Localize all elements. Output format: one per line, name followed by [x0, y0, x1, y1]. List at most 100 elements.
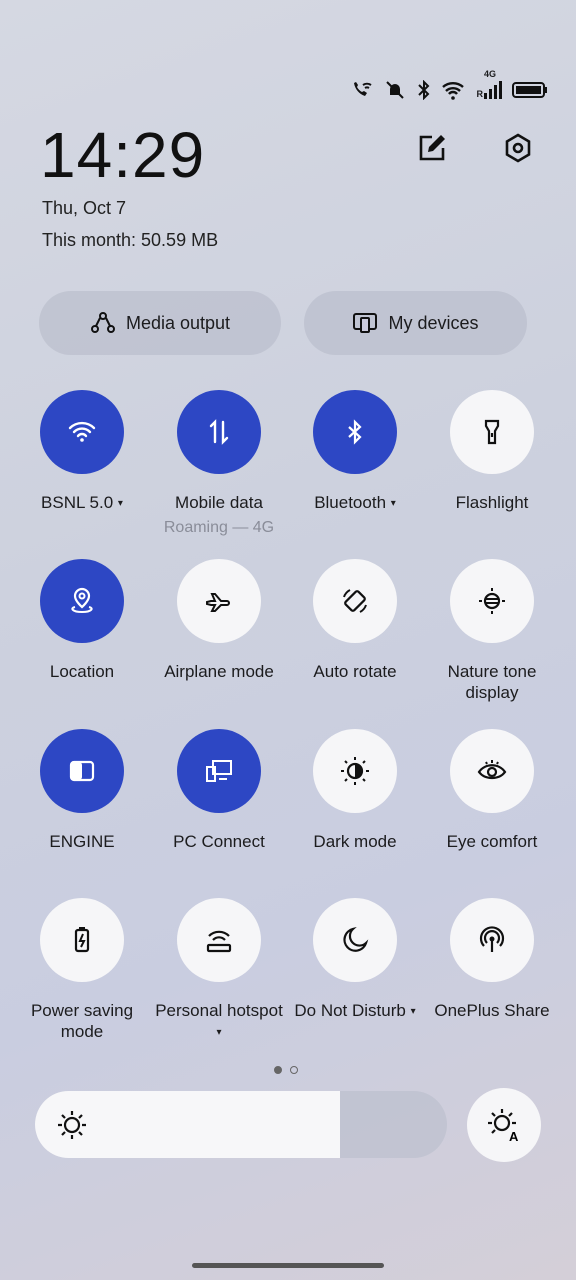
- dropdown-caret-icon[interactable]: ▾: [391, 498, 396, 509]
- tile-toggle[interactable]: [177, 729, 261, 813]
- tile-label: Bluetooth ▾: [287, 492, 423, 514]
- moon-icon: [343, 926, 369, 952]
- nature-tone-icon: [479, 588, 505, 614]
- tile-label: PC Connect: [151, 831, 287, 852]
- tile-label: ENGINE: [14, 831, 150, 852]
- tile-toggle[interactable]: [450, 729, 534, 813]
- engine-icon: [69, 760, 95, 782]
- tile-location[interactable]: Location: [14, 559, 150, 682]
- tile-label: BSNL 5.0 ▾: [14, 492, 150, 514]
- tile-do-not-disturb[interactable]: Do Not Disturb ▾: [287, 898, 423, 1022]
- tile-toggle[interactable]: [313, 559, 397, 643]
- bluetooth-icon: [348, 419, 362, 445]
- tile-label-text: Mobile data: [175, 493, 263, 512]
- home-indicator[interactable]: [192, 1263, 384, 1268]
- auto-brightness-button[interactable]: A: [467, 1088, 541, 1162]
- tile-label: Mobile data: [151, 492, 287, 513]
- tile-label-text: PC Connect: [173, 832, 265, 851]
- tile-bluetooth[interactable]: Bluetooth ▾: [287, 390, 423, 514]
- tile-label-text: Airplane mode: [164, 662, 274, 681]
- tile-label-text: Location: [49, 662, 115, 681]
- pc-connect-icon: [206, 760, 232, 782]
- media-output-icon: [90, 312, 115, 333]
- battery-icon: [512, 82, 547, 98]
- tile-toggle[interactable]: [313, 729, 397, 813]
- dropdown-caret-icon[interactable]: ▾: [411, 1006, 416, 1017]
- mobile-data-icon: [209, 419, 229, 445]
- share-icon: [479, 926, 505, 952]
- page-indicator: [274, 1066, 298, 1074]
- dropdown-caret-icon[interactable]: ▾: [118, 498, 123, 509]
- tile-label: Dark mode: [287, 831, 423, 852]
- tile-dark-mode[interactable]: Dark mode: [287, 729, 423, 852]
- dropdown-caret-icon[interactable]: ▾: [216, 1027, 221, 1038]
- edit-icon[interactable]: [416, 132, 448, 164]
- tile-mobile-data[interactable]: Mobile data Roaming — 4G: [151, 390, 287, 537]
- tile-label-text: Auto rotate: [313, 662, 397, 681]
- tile-label: Power saving mode: [14, 1000, 150, 1042]
- tile-toggle[interactable]: [177, 898, 261, 982]
- tile-label: Auto rotate: [287, 661, 423, 682]
- tile-toggle[interactable]: [450, 390, 534, 474]
- flashlight-icon: [484, 419, 500, 445]
- hotspot-icon: [206, 930, 232, 953]
- media-output-button[interactable]: Media output: [39, 291, 281, 355]
- tile-flashlight[interactable]: Flashlight: [424, 390, 560, 513]
- tile-toggle[interactable]: [313, 898, 397, 982]
- tile-label: Location: [14, 661, 150, 682]
- tile-toggle[interactable]: [177, 390, 261, 474]
- tile-label-text: ENGINE: [49, 832, 115, 851]
- brightness-slider[interactable]: [35, 1091, 447, 1158]
- tile-label: Airplane mode: [151, 661, 287, 682]
- tile-toggle[interactable]: [40, 559, 124, 643]
- clock: 14:29: [40, 119, 206, 191]
- tile-auto-rotate[interactable]: Auto rotate: [287, 559, 423, 682]
- devices-icon: [353, 313, 378, 333]
- tile-label: OnePlus Share: [424, 1000, 560, 1021]
- tile-toggle[interactable]: [313, 390, 397, 474]
- bluetooth-icon: [417, 80, 429, 100]
- tile-toggle[interactable]: [450, 898, 534, 982]
- vibrate-off-icon: [385, 81, 404, 99]
- tile-engine[interactable]: ENGINE: [14, 729, 150, 852]
- dark-mode-icon: [341, 757, 369, 785]
- tile-label: Personal hotspot ▾: [151, 1000, 287, 1043]
- tile-label-text: OnePlus Share: [434, 1001, 550, 1020]
- media-output-label: Media output: [125, 312, 231, 333]
- svg-text:A: A: [509, 1129, 519, 1142]
- tile-label-text: BSNL 5.0: [41, 493, 114, 512]
- status-bar: R 4G: [351, 69, 549, 102]
- wifi-calling-icon: [353, 82, 372, 96]
- page-dot-2[interactable]: [290, 1066, 298, 1074]
- tile-label-text: Flashlight: [455, 493, 529, 512]
- tile-label-text: Dark mode: [313, 832, 397, 851]
- tile-label-text: Bluetooth: [314, 493, 387, 512]
- tile-toggle[interactable]: [40, 390, 124, 474]
- tile-toggle[interactable]: [40, 729, 124, 813]
- location-icon: [71, 587, 93, 614]
- tile-label-text: Personal hotspot: [155, 1001, 283, 1020]
- tile-toggle[interactable]: [177, 559, 261, 643]
- tile-label-text: Nature tone display: [447, 662, 537, 702]
- tile-power-saving-mode[interactable]: Power saving mode: [14, 898, 150, 1042]
- date: Thu, Oct 7: [42, 198, 127, 218]
- tile-label: Do Not Disturb ▾: [287, 1000, 423, 1022]
- tile-bsnl-5-0[interactable]: BSNL 5.0 ▾: [14, 390, 150, 514]
- tile-eye-comfort[interactable]: Eye comfort: [424, 729, 560, 852]
- tile-label: Eye comfort: [424, 831, 560, 852]
- tile-oneplus-share[interactable]: OnePlus Share: [424, 898, 560, 1021]
- tile-nature-tone-display[interactable]: Nature tone display: [424, 559, 560, 703]
- tile-toggle[interactable]: [450, 559, 534, 643]
- tile-pc-connect[interactable]: PC Connect: [151, 729, 287, 852]
- my-devices-button[interactable]: My devices: [304, 291, 527, 355]
- settings-icon[interactable]: [502, 132, 534, 164]
- tile-toggle[interactable]: [40, 898, 124, 982]
- tile-personal-hotspot[interactable]: Personal hotspot ▾: [151, 898, 287, 1043]
- data-usage[interactable]: This month: 50.59 MB: [42, 230, 218, 251]
- airplane-icon: [206, 593, 230, 612]
- battery-saver-icon: [74, 927, 90, 953]
- auto-rotate-icon: [343, 589, 367, 613]
- tile-airplane-mode[interactable]: Airplane mode: [151, 559, 287, 682]
- network-type: 4G: [484, 69, 497, 79]
- page-dot-1[interactable]: [274, 1066, 282, 1074]
